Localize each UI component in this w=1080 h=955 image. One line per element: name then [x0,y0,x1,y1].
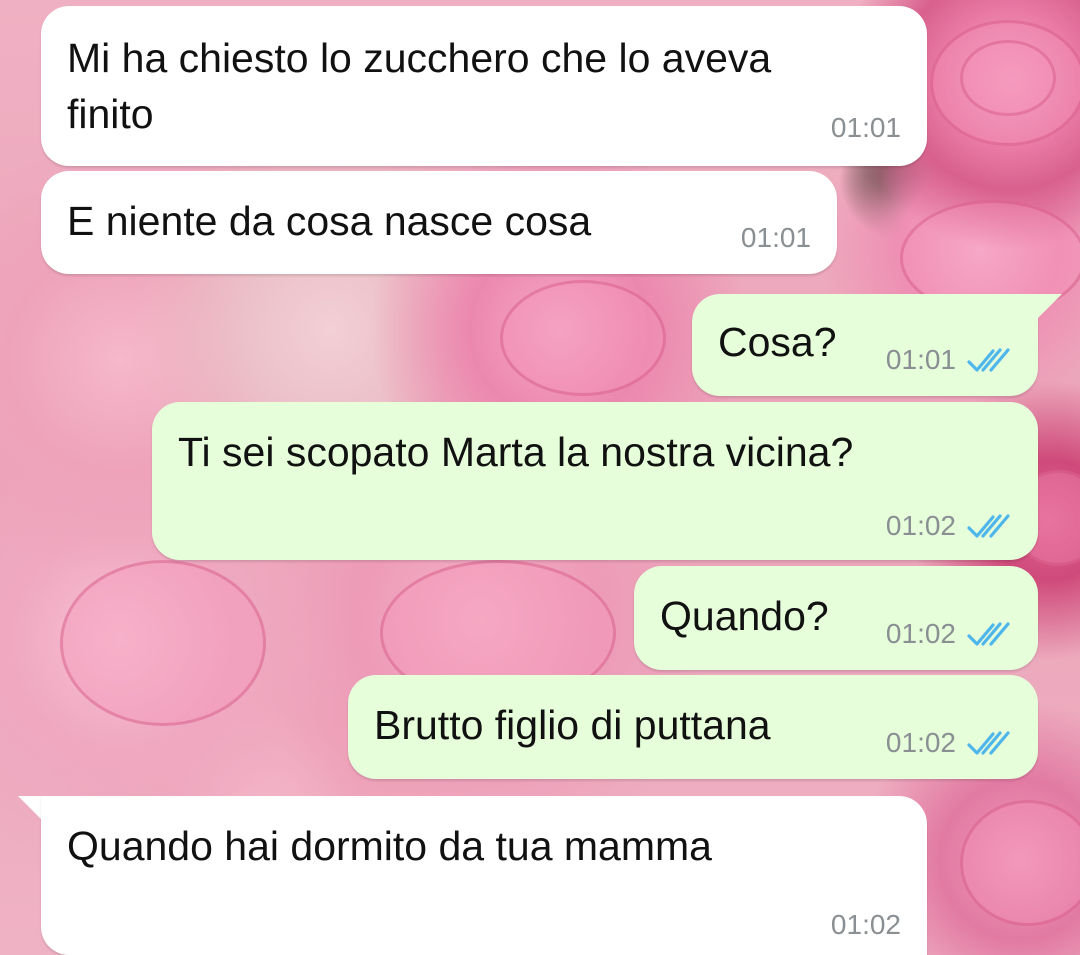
message-time: 01:02 [830,909,901,940]
message-meta: 01:02 [886,727,1012,759]
double-check-icon [967,348,1010,372]
message-meta: 01:02 [886,618,1012,650]
message-time: 01:01 [885,344,956,375]
message-text-line: Mi ha chiesto lo zucchero che lo aveva [67,35,772,81]
message-text: E niente da cosa nasce cosa [67,198,592,244]
message-text: Mi ha chiesto lo zucchero che lo aveva f… [67,30,771,142]
message-time: 01:02 [885,510,956,541]
message-meta: 01:01 [741,222,811,254]
message-time: 01:01 [830,112,901,143]
double-check-icon [967,622,1010,646]
message-text: Ti sei scopato Marta la nostra vicina? [178,429,854,475]
message-text: Cosa? [718,319,837,365]
message-time: 01:01 [740,222,811,253]
outgoing-message[interactable]: Cosa? 01:01 [692,294,1038,396]
message-text: Brutto figlio di puttana [374,702,771,748]
incoming-message[interactable]: Quando hai dormito da tua mamma 01:02 [41,796,927,955]
outgoing-message[interactable]: Ti sei scopato Marta la nostra vicina? 0… [152,402,1038,560]
incoming-message[interactable]: E niente da cosa nasce cosa 01:01 [41,171,837,274]
message-text: Quando hai dormito da tua mamma [67,823,712,869]
bubble-tail [1036,294,1062,320]
message-meta: 01:01 [886,344,1012,376]
double-check-icon [967,514,1010,538]
message-time: 01:02 [885,727,956,758]
outgoing-message[interactable]: Brutto figlio di puttana 01:02 [348,675,1038,779]
message-text: Quando? [660,593,829,639]
message-time: 01:02 [885,618,956,649]
message-meta: 01:01 [831,112,901,144]
incoming-message[interactable]: Mi ha chiesto lo zucchero che lo aveva f… [41,6,927,166]
message-text-line: finito [67,91,154,137]
message-meta: 01:02 [886,510,1012,542]
message-meta: 01:02 [831,909,901,941]
outgoing-message[interactable]: Quando? 01:02 [634,566,1038,670]
double-check-icon [967,731,1010,755]
